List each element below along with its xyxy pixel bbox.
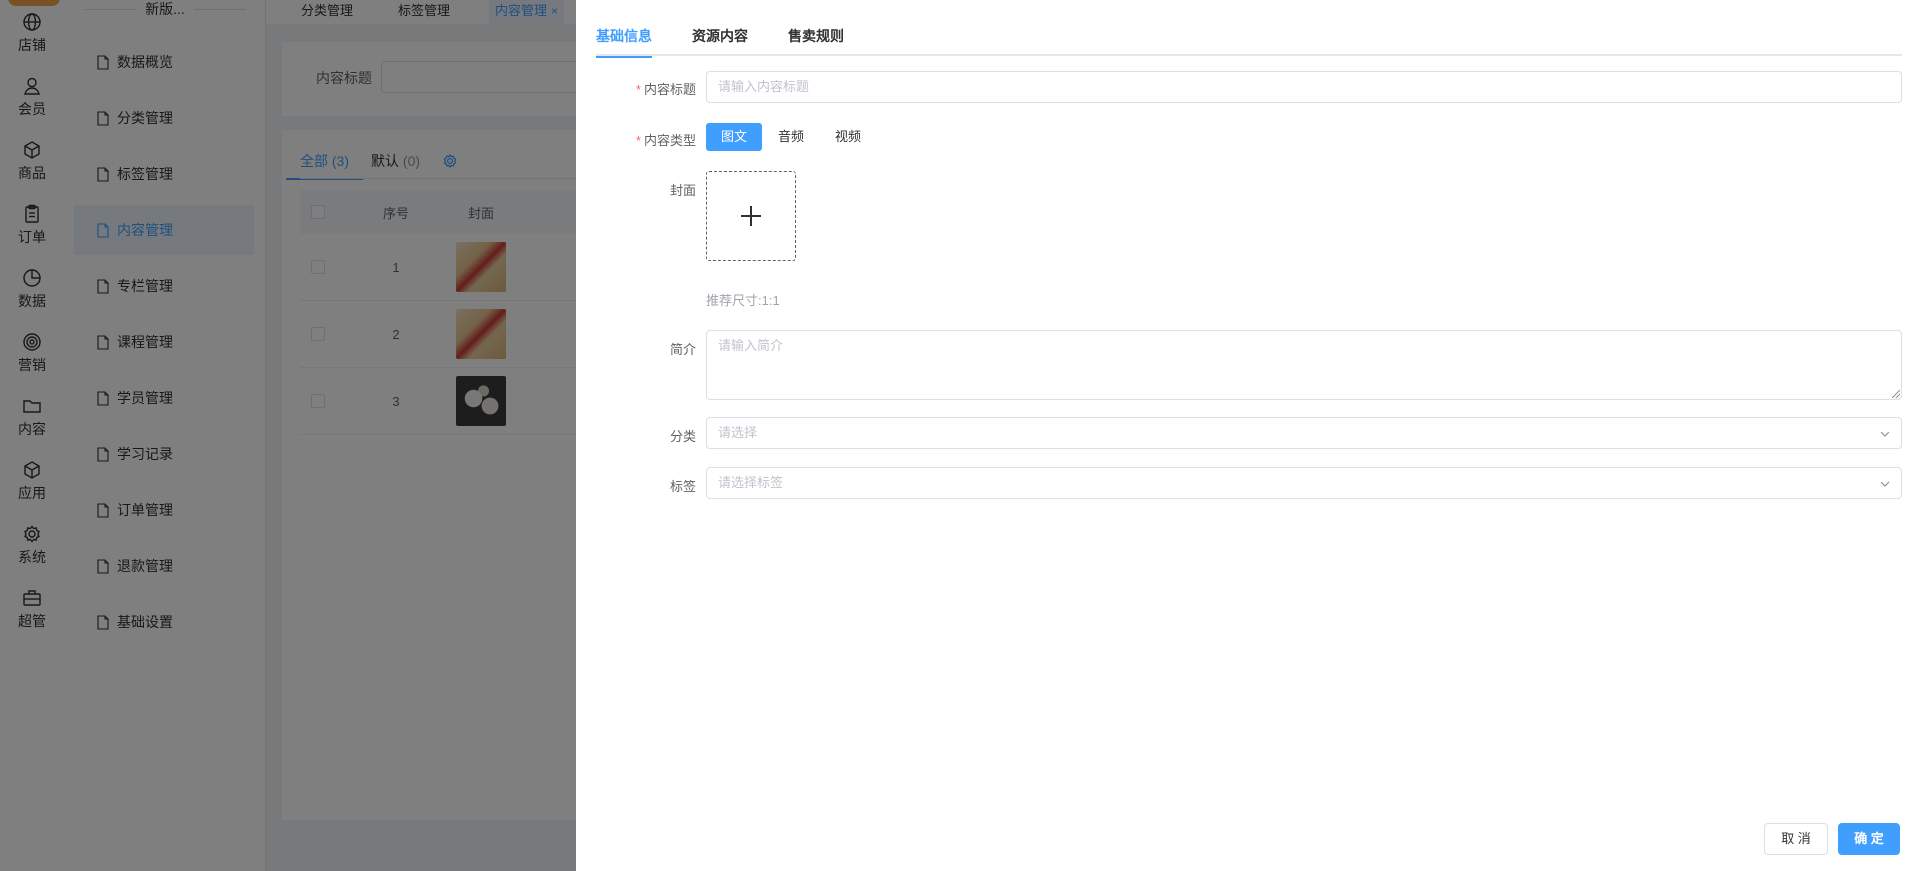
label-text: 内容标题: [643, 82, 696, 97]
placeholder: 请输入简介: [718, 338, 784, 353]
type-option-audio[interactable]: 音频: [763, 123, 819, 151]
plus-icon: [741, 206, 761, 226]
placeholder: 请输入内容标题: [718, 79, 810, 94]
content-edit-drawer: 基础信息 资源内容 售卖规则 * 内容标题 请输入内容标题 * 内容类型 图文 音频…: [576, 0, 1920, 871]
tab-sale-rules[interactable]: 售卖规则: [788, 26, 844, 56]
required-mark: *: [635, 133, 641, 148]
placeholder: 请选择: [718, 425, 758, 440]
category-select[interactable]: 请选择: [706, 417, 1902, 449]
tags-label: 标签: [669, 479, 696, 494]
resize-handle[interactable]: [1892, 390, 1900, 398]
drawer-tabs: 基础信息 资源内容 售卖规则: [596, 18, 1902, 58]
placeholder: 请选择标签: [718, 475, 784, 490]
chevron-down-icon: [1880, 431, 1890, 437]
content-type-radio-group: 图文 音频 视频: [706, 123, 877, 151]
cancel-button[interactable]: 取 消: [1764, 823, 1828, 855]
cover-size-hint: 推荐尺寸:1:1: [706, 293, 780, 308]
type-option-graphic[interactable]: 图文: [706, 123, 763, 151]
type-label: * 内容类型: [576, 130, 696, 149]
cover-uploader[interactable]: [706, 171, 796, 261]
tab-basic-info[interactable]: 基础信息: [596, 26, 652, 58]
content-title-input[interactable]: 请输入内容标题: [706, 71, 1902, 103]
title-label: * 内容标题: [576, 79, 696, 98]
required-mark: *: [635, 82, 641, 97]
type-option-video[interactable]: 视频: [820, 123, 876, 151]
intro-textarea[interactable]: 请输入简介: [706, 330, 1902, 400]
tags-select[interactable]: 请选择标签: [706, 467, 1902, 499]
chevron-down-icon: [1880, 481, 1890, 487]
confirm-button[interactable]: 确 定: [1838, 823, 1900, 855]
label-text: 内容类型: [643, 133, 696, 148]
cover-label: 封面: [669, 183, 696, 198]
tab-resource-content[interactable]: 资源内容: [692, 26, 748, 56]
category-label: 分类: [669, 429, 696, 444]
intro-label: 简介: [669, 342, 696, 357]
